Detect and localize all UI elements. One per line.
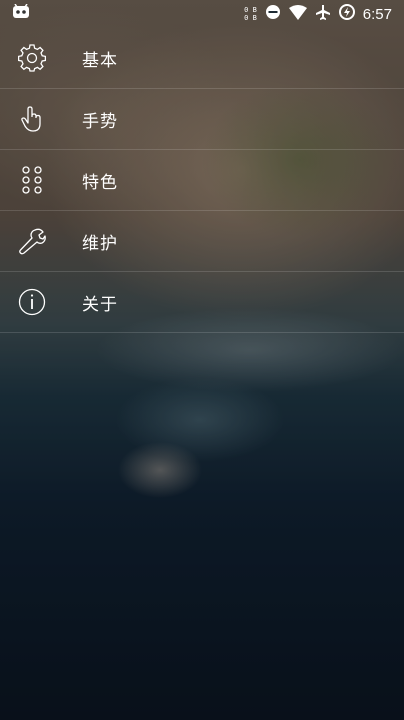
menu-item-label: 关于 <box>82 294 118 315</box>
do-not-disturb-icon <box>265 4 281 24</box>
wrench-icon <box>17 226 47 256</box>
menu-item-features[interactable]: 特色 <box>0 150 404 211</box>
battery-charging-icon <box>338 4 355 24</box>
status-clock: 6:57 <box>362 5 392 23</box>
gear-icon <box>17 43 47 73</box>
menu-item-label: 特色 <box>82 172 118 193</box>
menu-item-basic[interactable]: 基本 <box>0 28 404 89</box>
net-down-value: 0 B <box>244 14 257 22</box>
status-bar: 0 B 0 B 6:57 <box>0 0 404 28</box>
menu-item-about[interactable]: 关于 <box>0 272 404 333</box>
menu-item-gestures[interactable]: 手势 <box>0 89 404 150</box>
info-icon <box>17 287 47 317</box>
menu-item-label: 手势 <box>82 111 118 132</box>
dots-grid-icon <box>17 165 47 195</box>
settings-menu: 基本 手势 特色 维护 关于 <box>0 28 404 333</box>
airplane-icon <box>315 4 331 24</box>
network-speed: 0 B 0 B <box>244 6 257 22</box>
menu-item-maintenance[interactable]: 维护 <box>0 211 404 272</box>
android-icon <box>12 3 30 24</box>
menu-item-label: 维护 <box>82 233 118 254</box>
menu-item-label: 基本 <box>82 50 118 71</box>
wifi-icon <box>288 4 307 24</box>
hand-pointer-icon <box>17 104 47 134</box>
net-up-value: 0 B <box>244 6 257 14</box>
